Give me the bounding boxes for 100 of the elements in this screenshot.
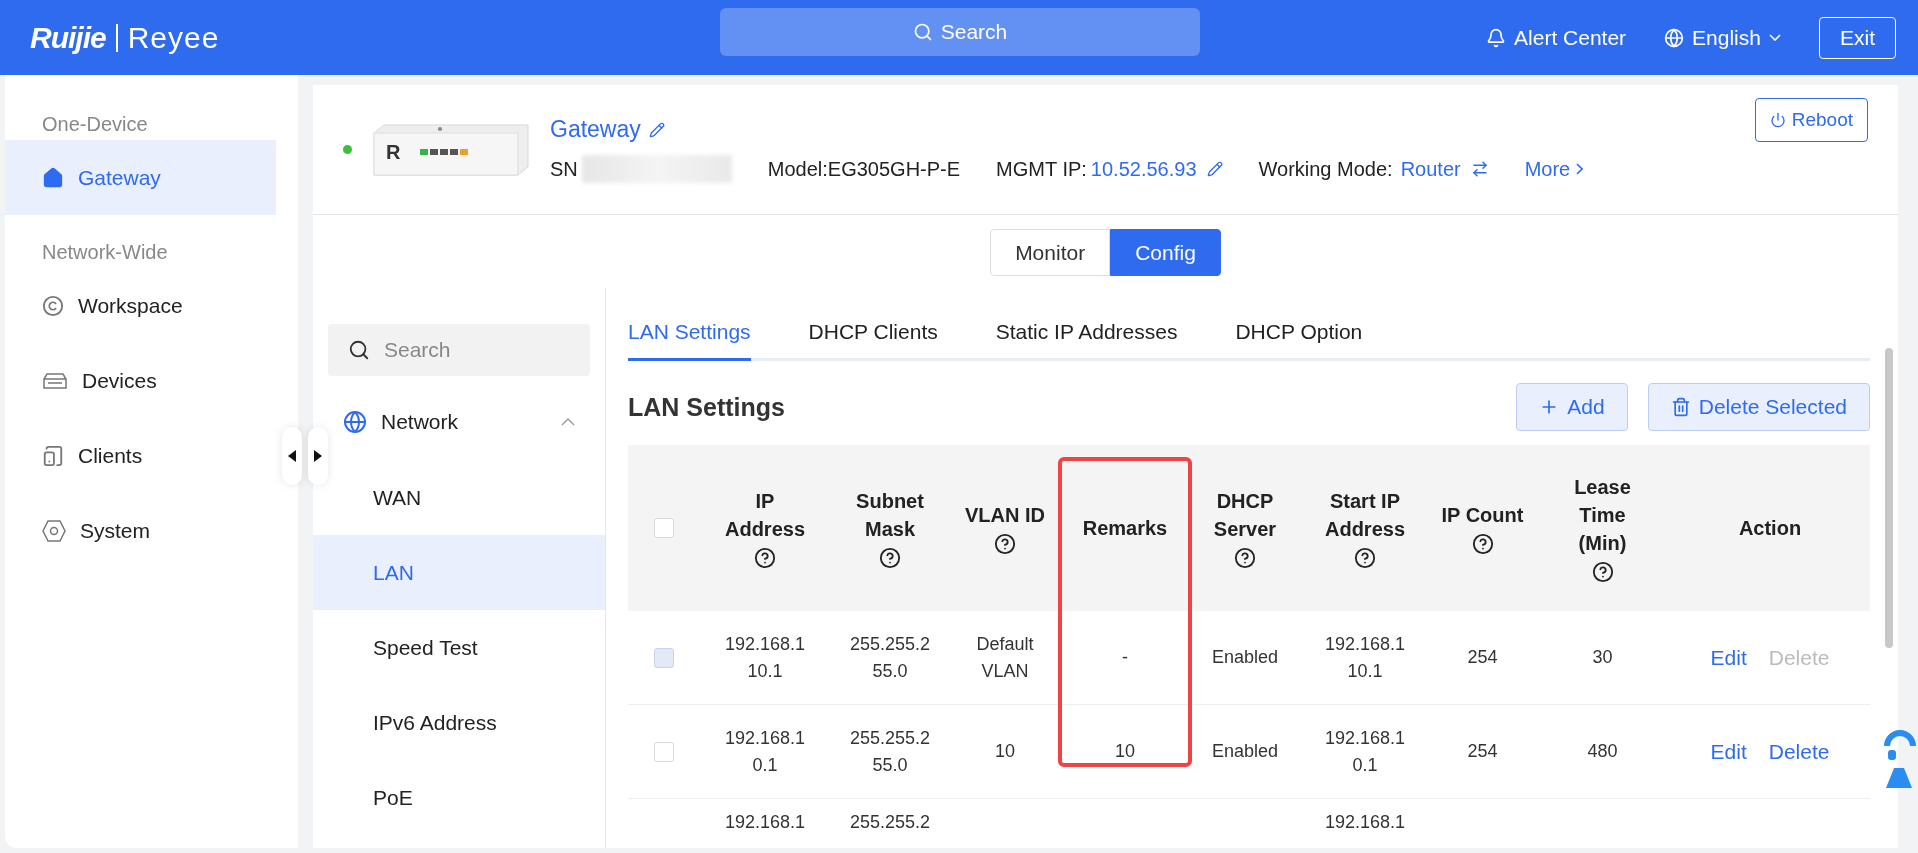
column-header: Remarks	[1082, 516, 1168, 541]
table-cell-text: Enabled	[1211, 646, 1279, 669]
left-triangle-icon	[288, 450, 296, 462]
sidebar-section-title: Network-Wide	[41, 241, 169, 264]
table-cell-text: 480	[1587, 740, 1618, 763]
device-brand-mark: R	[386, 140, 401, 164]
device-name: Gateway	[550, 116, 641, 143]
mgmt-ip-value: 10.52.56.93	[1090, 157, 1197, 181]
search-icon	[912, 22, 933, 42]
tab[interactable]: Static IP Addresses	[995, 308, 1178, 361]
sidebar-item[interactable]: Workspace	[5, 268, 276, 343]
help-icon[interactable]	[754, 547, 776, 569]
table-cell-text: 255.255.2	[849, 811, 931, 834]
column-header: IP Address	[724, 489, 806, 542]
power-icon	[1769, 112, 1786, 128]
table-cell-text: 10	[995, 740, 1015, 763]
view-toggle-button[interactable]: Monitor	[990, 229, 1111, 276]
more-link[interactable]: More	[1524, 157, 1584, 181]
reboot-button[interactable]: Reboot	[1754, 98, 1868, 142]
alert-center-link[interactable]: Alert Center	[1486, 25, 1627, 50]
switch-icon	[42, 372, 68, 389]
tab[interactable]: DHCP Option	[1235, 308, 1363, 361]
edit-icon[interactable]	[1206, 161, 1223, 177]
column-header: Action	[1738, 516, 1802, 541]
sidebar-section-title: One-Device	[41, 113, 149, 136]
help-icon[interactable]	[994, 533, 1016, 555]
table-cell-text: 254	[1467, 646, 1498, 669]
table-cell-text: 255.255.255.0	[849, 632, 931, 683]
view-toggle-button[interactable]: Config	[1110, 229, 1221, 276]
exit-button[interactable]: Exit	[1819, 16, 1896, 59]
column-header: VLAN ID	[965, 503, 1045, 528]
expand-handle[interactable]	[308, 427, 328, 485]
action-link[interactable]: Edit	[1710, 738, 1747, 765]
column-header: Lease Time (Min)	[1573, 475, 1632, 556]
nav-group[interactable]: Network	[313, 384, 605, 460]
help-icon[interactable]	[1234, 547, 1256, 569]
table-cell-text: 192.168.110.1	[724, 632, 806, 683]
checkbox[interactable]	[654, 518, 674, 538]
home-icon	[42, 166, 64, 189]
working-mode-label: Working Mode:	[1258, 157, 1393, 181]
nav-item[interactable]: Speed Test	[313, 610, 605, 685]
globe-icon	[343, 410, 367, 434]
table-cell-text: 192.168.1	[724, 811, 806, 834]
table-cell-text: 254	[1467, 740, 1498, 763]
globe-icon	[1664, 27, 1685, 48]
action-link[interactable]: Delete	[1768, 738, 1830, 765]
hexagon-icon	[42, 519, 66, 542]
section-title: LAN Settings	[628, 392, 786, 422]
nav-item[interactable]: LAN	[313, 535, 605, 610]
table-cell-text: 30	[1592, 646, 1613, 669]
table-cell-text: 255.255.255.0	[849, 726, 931, 777]
bell-icon	[1486, 27, 1507, 48]
table-cell-text: 192.168.10.1	[1324, 726, 1406, 777]
sidebar-item[interactable]: Devices	[5, 343, 276, 418]
tab[interactable]: LAN Settings	[628, 308, 751, 361]
edit-icon[interactable]	[648, 121, 665, 138]
chevron-up-icon	[561, 418, 575, 426]
chevron-down-icon	[1769, 34, 1781, 41]
nav-item[interactable]: WAN	[313, 460, 605, 535]
table-cell-text: Enabled	[1211, 740, 1279, 763]
device-model: Model:EG305GH-P-E	[767, 157, 961, 181]
search-icon	[348, 339, 370, 361]
collapse-handle[interactable]	[282, 427, 302, 485]
mgmt-ip-label: MGMT IP:	[996, 157, 1087, 181]
table-cell-text: Default VLAN	[975, 632, 1035, 683]
column-header: Start IP Address	[1324, 489, 1406, 542]
help-icon[interactable]	[1471, 533, 1494, 555]
right-triangle-icon	[314, 450, 322, 462]
table-cell-text: -	[1122, 646, 1128, 669]
checkbox[interactable]	[654, 741, 674, 762]
search-bar[interactable]: Search	[720, 8, 1200, 56]
help-icon[interactable]	[879, 547, 901, 569]
serial-label: SN	[550, 157, 578, 181]
table-cell-text: 192.168.110.1	[1324, 632, 1406, 683]
help-icon[interactable]	[1354, 547, 1376, 569]
switch-arrows-icon[interactable]	[1470, 160, 1489, 178]
sidebar-item[interactable]: System	[5, 493, 276, 568]
sidebar-item[interactable]: Clients	[5, 418, 276, 493]
working-mode-value: Router	[1400, 157, 1461, 181]
language-selector[interactable]: English	[1664, 25, 1781, 50]
nav-item[interactable]: IPv6 Address	[313, 685, 605, 760]
column-header: DHCP Server	[1212, 489, 1278, 542]
sidebar-item[interactable]: Gateway	[5, 140, 276, 215]
chevron-right-icon	[1576, 163, 1584, 175]
search-field[interactable]: Search	[328, 324, 590, 376]
delete-selected-button[interactable]: Delete Selected	[1647, 383, 1870, 431]
devices-icon	[42, 444, 64, 467]
product-logo: Reyee	[127, 20, 220, 55]
column-header: Subnet Mask	[855, 489, 925, 542]
help-icon[interactable]	[1591, 561, 1614, 583]
brand-logo: Ruijie	[30, 20, 106, 55]
add-button[interactable]: Add	[1516, 383, 1628, 431]
column-header: IP Count	[1441, 503, 1524, 528]
table-cell-text: 10	[1115, 740, 1135, 763]
scrollbar[interactable]	[1885, 348, 1893, 648]
trash-icon	[1670, 397, 1691, 417]
table-cell-text: 192.168.1	[1324, 811, 1406, 834]
table-cell-text: 192.168.10.1	[724, 726, 806, 777]
nav-item[interactable]: PoE	[313, 760, 605, 835]
tab[interactable]: DHCP Clients	[808, 308, 938, 361]
